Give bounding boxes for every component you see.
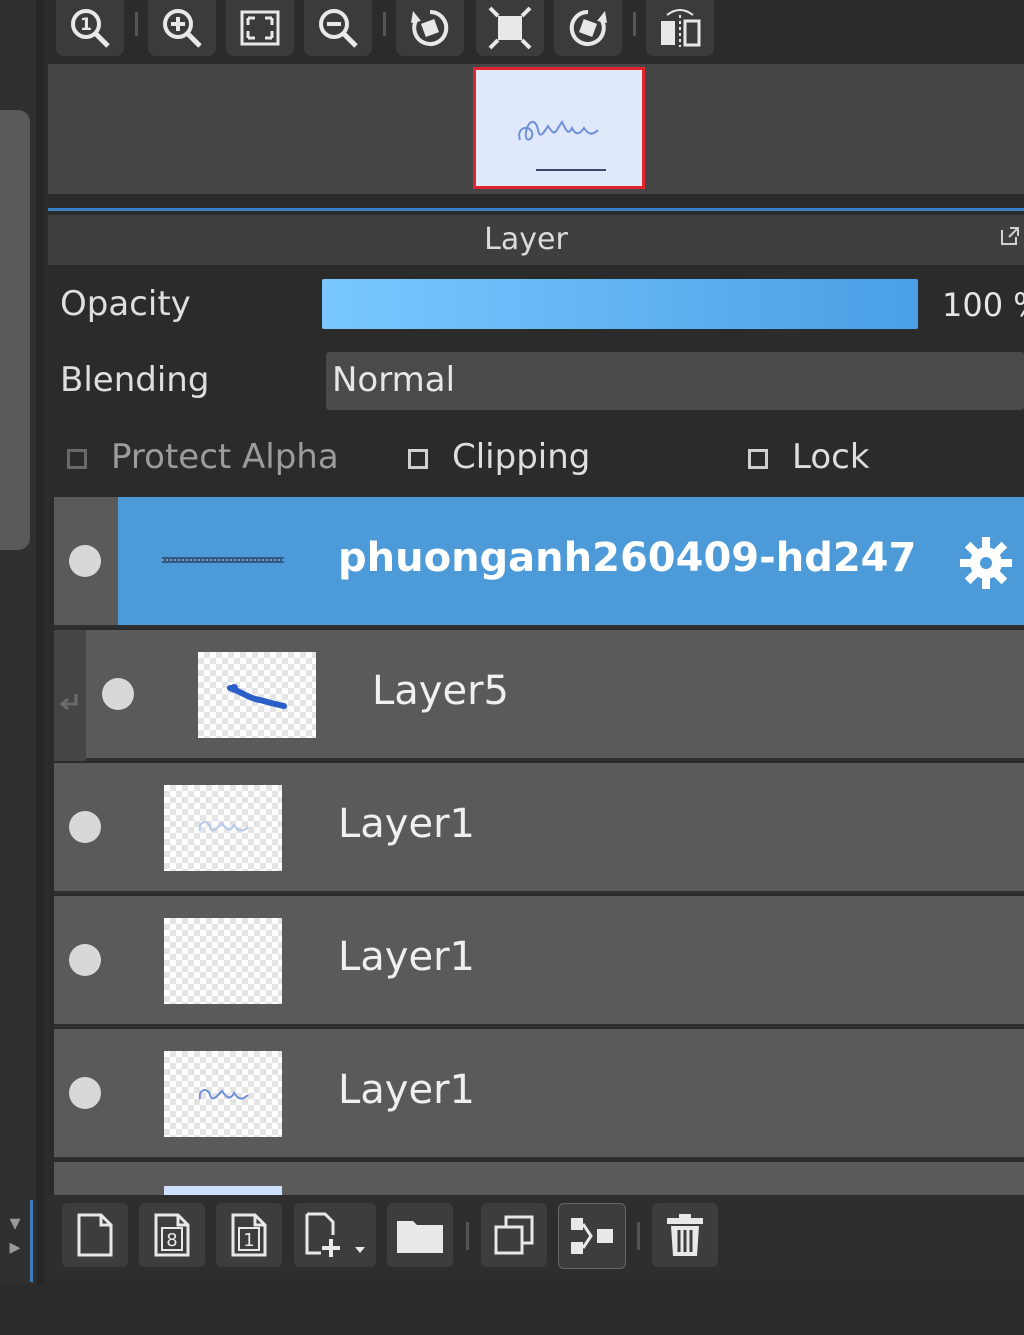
duplicate-layer-button[interactable] [481,1203,547,1267]
zoom-out-button[interactable] [304,0,372,56]
clipping-checkbox[interactable] [408,449,428,469]
duplicate-layer-icon [494,1215,534,1255]
layer-name: Layer5 [372,668,509,714]
merge-down-icon [571,1218,613,1254]
layer-name: phuonganh260409-hd247 [338,535,917,581]
bit-depth-text: 1 [243,1230,254,1251]
zoom-actual-button[interactable]: 1 [56,0,124,56]
rotate-right-button[interactable] [554,0,622,56]
panel-divider[interactable] [36,0,44,1290]
zoom-in-button[interactable] [148,0,216,56]
new-folder-icon [397,1221,443,1253]
new-8bit-layer-button[interactable]: 8 [139,1203,205,1267]
layer-thumbnail[interactable] [164,785,282,871]
delete-layer-icon [667,1214,703,1256]
left-scrollbar-thumb[interactable] [0,110,30,550]
blending-mode-value: Normal [332,360,456,400]
toolbar-separator [383,12,386,36]
layer-row-selected[interactable]: phuonganh260409-hd247 [54,497,1024,628]
clip-arrow-icon [59,694,78,711]
new-layer-icon [77,1213,113,1257]
flip-horizontal-icon [661,9,701,47]
rotate-left-icon [411,9,449,46]
layer-panel-title: Layer [484,222,568,257]
lock-label: Lock [792,437,870,477]
layer-row[interactable]: Layer5 [54,630,1024,761]
visibility-toggle[interactable] [69,944,101,976]
visibility-toggle[interactable] [69,811,101,843]
visibility-toggle[interactable] [69,1077,101,1109]
toolbar-separator [466,1222,469,1250]
layer-list[interactable]: phuonganh260409-hd247 Layer5 Layer1 Laye… [54,497,1024,1195]
zoom-out-icon [319,9,358,48]
popout-icon[interactable] [998,224,1022,248]
add-layer-dropdown-button[interactable] [294,1203,376,1267]
new-1bit-layer-icon: 1 [231,1213,267,1257]
collapse-arrows-icon[interactable]: ▾ ▸ [0,1212,30,1272]
layer-row[interactable]: Layer1 [54,1029,1024,1160]
layer-row[interactable]: Layer1 [54,896,1024,1027]
layer-thumbnail[interactable] [164,1051,282,1137]
layer-row-partial[interactable] [54,1162,1024,1195]
panel-section-divider [48,208,1024,211]
protect-alpha-checkbox[interactable] [67,449,87,469]
zoom-actual-icon: 1 [71,9,110,48]
fit-frame-icon [488,6,532,50]
clipping-indicator [54,630,86,761]
rotate-left-button[interactable] [396,0,464,56]
new-8bit-layer-icon: 8 [154,1213,190,1257]
layer-thumbnail[interactable] [198,652,316,738]
visibility-toggle[interactable] [69,545,101,577]
zoom-in-icon [163,9,202,48]
layer-name: Layer1 [338,801,475,847]
protect-alpha-label: Protect Alpha [111,437,339,477]
navigator-canvas-thumbnail[interactable] [473,67,645,189]
add-layer-dropdown-icon [305,1212,365,1257]
layer-thumbnail[interactable] [162,555,284,565]
new-1bit-layer-button[interactable]: 1 [216,1203,282,1267]
fit-screen-button[interactable] [226,0,294,56]
status-area [0,1285,1024,1335]
side-focus-indicator [30,1200,33,1282]
merge-down-button[interactable] [558,1203,626,1269]
blending-label: Blending [60,360,210,400]
rotate-right-icon [569,9,607,46]
opacity-value: 100 % [942,286,1024,324]
toolbar-separator [135,12,138,36]
gear-icon[interactable] [956,533,1016,593]
clipping-label: Clipping [452,437,591,477]
new-folder-button[interactable] [387,1203,453,1267]
delete-layer-button[interactable] [652,1203,718,1267]
visibility-toggle[interactable] [102,678,134,710]
toolbar-separator [637,1222,640,1250]
opacity-slider[interactable] [322,279,918,329]
layer-name: Layer1 [338,934,475,980]
fit-screen-icon [240,10,280,46]
svg-text:1: 1 [80,15,92,35]
flip-horizontal-button[interactable] [646,0,714,56]
canvas-preview-image [518,120,606,171]
layer-thumbnail[interactable] [164,1186,282,1195]
opacity-label: Opacity [60,284,191,324]
new-layer-button[interactable] [62,1203,128,1267]
lock-checkbox[interactable] [748,449,768,469]
layer-thumbnail[interactable] [164,918,282,1004]
fit-frame-button[interactable] [476,0,544,56]
bit-depth-text: 8 [166,1230,177,1251]
layer-name: Layer1 [338,1067,475,1113]
toolbar-separator [633,12,636,36]
layer-row[interactable]: Layer1 [54,763,1024,894]
